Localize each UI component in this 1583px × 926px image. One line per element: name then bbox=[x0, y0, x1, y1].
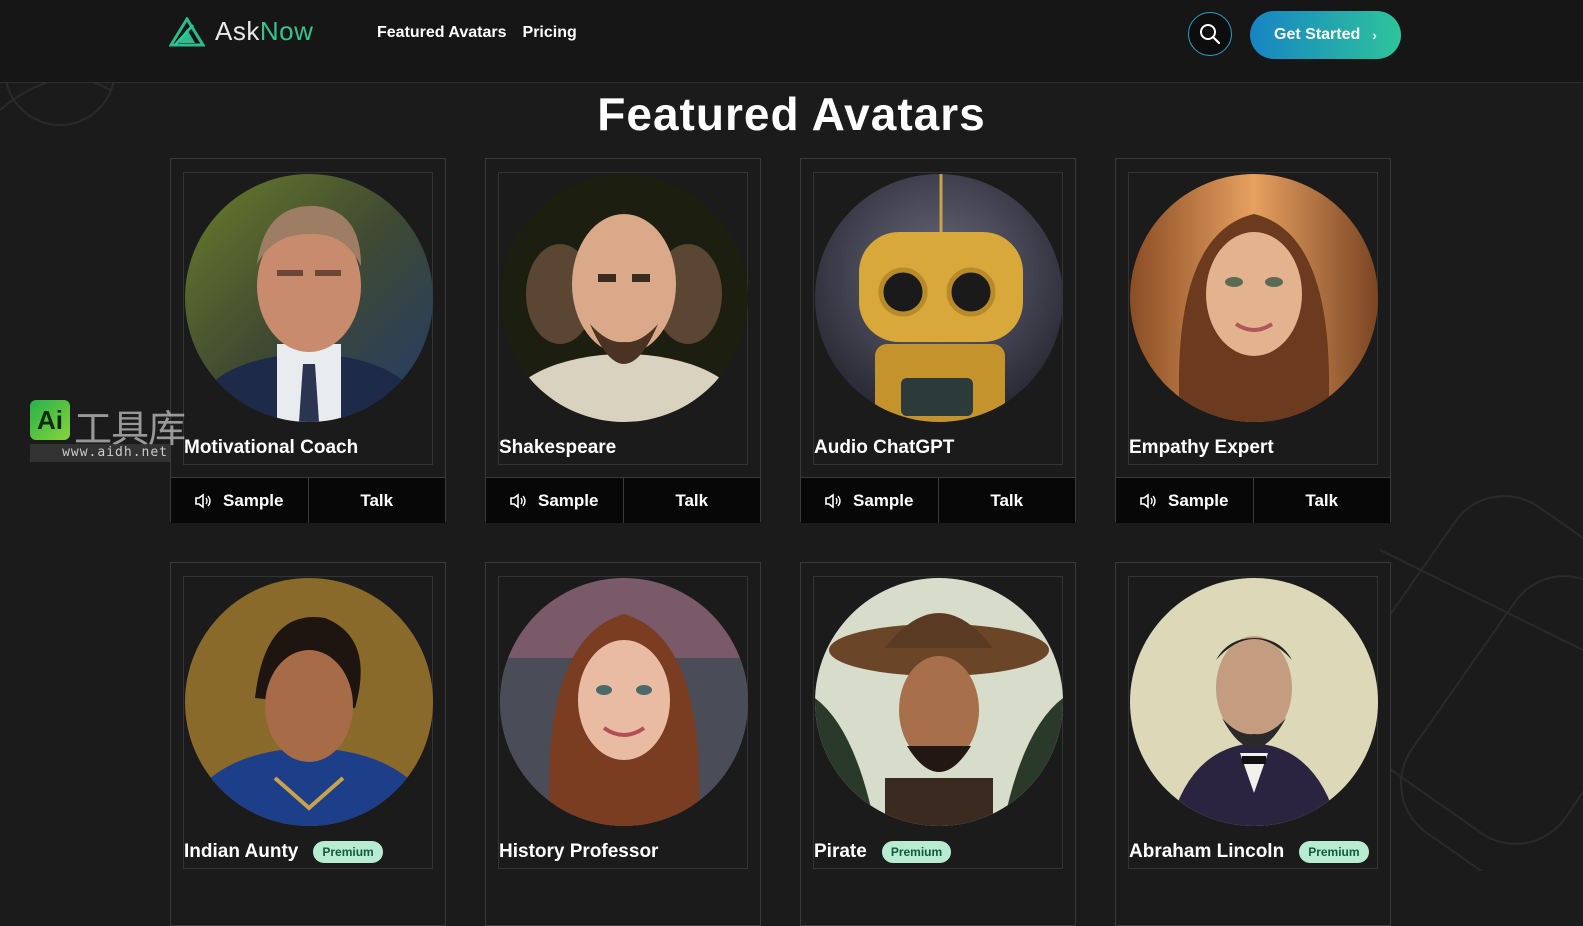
premium-badge: Premium bbox=[1299, 841, 1369, 863]
avatar-image bbox=[500, 174, 748, 422]
nav-link-featured-avatars[interactable]: Featured Avatars bbox=[377, 24, 507, 42]
talk-button[interactable]: Talk bbox=[937, 478, 1076, 523]
avatar-card: Pirate Premium bbox=[800, 562, 1076, 926]
sample-label: Sample bbox=[853, 490, 914, 510]
avatar-card-body[interactable]: Abraham Lincoln Premium bbox=[1128, 576, 1378, 869]
chevron-right-icon: › bbox=[1372, 27, 1377, 43]
avatar-name-row: Indian Aunty Premium bbox=[184, 841, 383, 863]
avatar-card: Empathy Expert Sample Talk bbox=[1115, 158, 1391, 523]
avatar-image bbox=[1130, 174, 1378, 422]
sample-label: Sample bbox=[223, 490, 284, 510]
card-actions: Sample Talk bbox=[801, 477, 1075, 523]
avatar-name-row: Shakespeare bbox=[499, 437, 616, 459]
talk-button[interactable]: Talk bbox=[307, 478, 446, 523]
avatar-card-body[interactable]: Indian Aunty Premium bbox=[183, 576, 433, 869]
watermark-logo: Ai bbox=[30, 400, 70, 440]
avatar-name: Indian Aunty bbox=[184, 841, 299, 862]
avatar-image bbox=[500, 578, 748, 826]
card-actions: Sample Talk bbox=[171, 477, 445, 523]
avatar-card-body[interactable]: Pirate Premium bbox=[813, 576, 1063, 869]
talk-label: Talk bbox=[990, 490, 1024, 510]
talk-button[interactable]: Talk bbox=[622, 478, 761, 523]
avatar-card: History Professor bbox=[485, 562, 761, 926]
avatar-card-body[interactable]: Empathy Expert bbox=[1128, 172, 1378, 465]
speaker-icon bbox=[510, 492, 526, 509]
talk-label: Talk bbox=[1305, 490, 1339, 510]
sample-label: Sample bbox=[1168, 490, 1229, 510]
nav-links: Featured Avatars Pricing bbox=[377, 24, 577, 42]
brand-now: Now bbox=[259, 16, 314, 46]
card-actions: Sample Talk bbox=[486, 477, 760, 523]
avatar-card: Motivational Coach Sample Talk bbox=[170, 158, 446, 523]
avatar-name-row: Audio ChatGPT bbox=[814, 437, 954, 459]
speaker-icon bbox=[195, 492, 211, 509]
avatar-card-body[interactable]: Motivational Coach bbox=[183, 172, 433, 465]
avatar-name-row: Empathy Expert bbox=[1129, 437, 1274, 459]
talk-label: Talk bbox=[360, 490, 394, 510]
search-button[interactable] bbox=[1188, 12, 1232, 56]
avatar-name-row: History Professor bbox=[499, 841, 658, 863]
brand-ask: Ask bbox=[215, 16, 260, 46]
avatar-image bbox=[815, 578, 1063, 826]
sample-label: Sample bbox=[538, 490, 599, 510]
avatar-card: Indian Aunty Premium bbox=[170, 562, 446, 926]
card-actions: Sample Talk bbox=[1116, 477, 1390, 523]
avatar-card: Audio ChatGPT Sample Talk bbox=[800, 158, 1076, 523]
sample-button[interactable]: Sample bbox=[171, 478, 308, 523]
avatar-card-body[interactable]: Audio ChatGPT bbox=[813, 172, 1063, 465]
brand-logo[interactable]: AskNow bbox=[169, 16, 313, 47]
talk-button[interactable]: Talk bbox=[1252, 478, 1391, 523]
logo-triangle-icon bbox=[169, 16, 205, 46]
avatar-card: Shakespeare Sample Talk bbox=[485, 158, 761, 523]
avatar-name: Shakespeare bbox=[499, 437, 617, 458]
avatar-card-body[interactable]: Shakespeare bbox=[498, 172, 748, 465]
avatar-name: Empathy Expert bbox=[1129, 437, 1274, 458]
search-icon bbox=[1200, 24, 1221, 45]
avatar-name: Abraham Lincoln bbox=[1129, 841, 1285, 862]
avatar-name-row: Abraham Lincoln Premium bbox=[1129, 841, 1369, 863]
avatar-name: Motivational Coach bbox=[184, 437, 359, 458]
sample-button[interactable]: Sample bbox=[486, 478, 623, 523]
avatar-image bbox=[185, 578, 433, 826]
nav-link-pricing[interactable]: Pricing bbox=[523, 24, 577, 42]
avatar-image bbox=[185, 174, 433, 422]
avatar-name: Pirate bbox=[814, 841, 867, 862]
avatar-name: History Professor bbox=[499, 841, 659, 862]
watermark-url: www.aidh.net bbox=[30, 444, 170, 462]
talk-label: Talk bbox=[675, 490, 709, 510]
top-navbar: AskNow Featured Avatars Pricing Get Star… bbox=[0, 0, 1583, 83]
avatar-name-row: Motivational Coach bbox=[184, 437, 358, 459]
avatar-image bbox=[1130, 578, 1378, 826]
brand-name: AskNow bbox=[215, 16, 313, 47]
get-started-label: Get Started bbox=[1274, 26, 1361, 43]
section-title: Featured Avatars bbox=[597, 87, 986, 140]
avatar-name-row: Pirate Premium bbox=[814, 841, 952, 863]
sample-button[interactable]: Sample bbox=[1116, 478, 1253, 523]
get-started-button[interactable]: Get Started › bbox=[1250, 11, 1401, 59]
speaker-icon bbox=[1140, 492, 1156, 509]
watermark: Ai 工具库 www.aidh.net bbox=[30, 400, 200, 462]
avatar-image bbox=[815, 174, 1063, 422]
premium-badge: Premium bbox=[313, 841, 383, 863]
premium-badge: Premium bbox=[881, 841, 952, 863]
avatar-card-body[interactable]: History Professor bbox=[498, 576, 748, 869]
avatar-card: Abraham Lincoln Premium bbox=[1115, 562, 1391, 926]
speaker-icon bbox=[825, 492, 841, 509]
sample-button[interactable]: Sample bbox=[801, 478, 938, 523]
avatar-name: Audio ChatGPT bbox=[814, 437, 955, 458]
